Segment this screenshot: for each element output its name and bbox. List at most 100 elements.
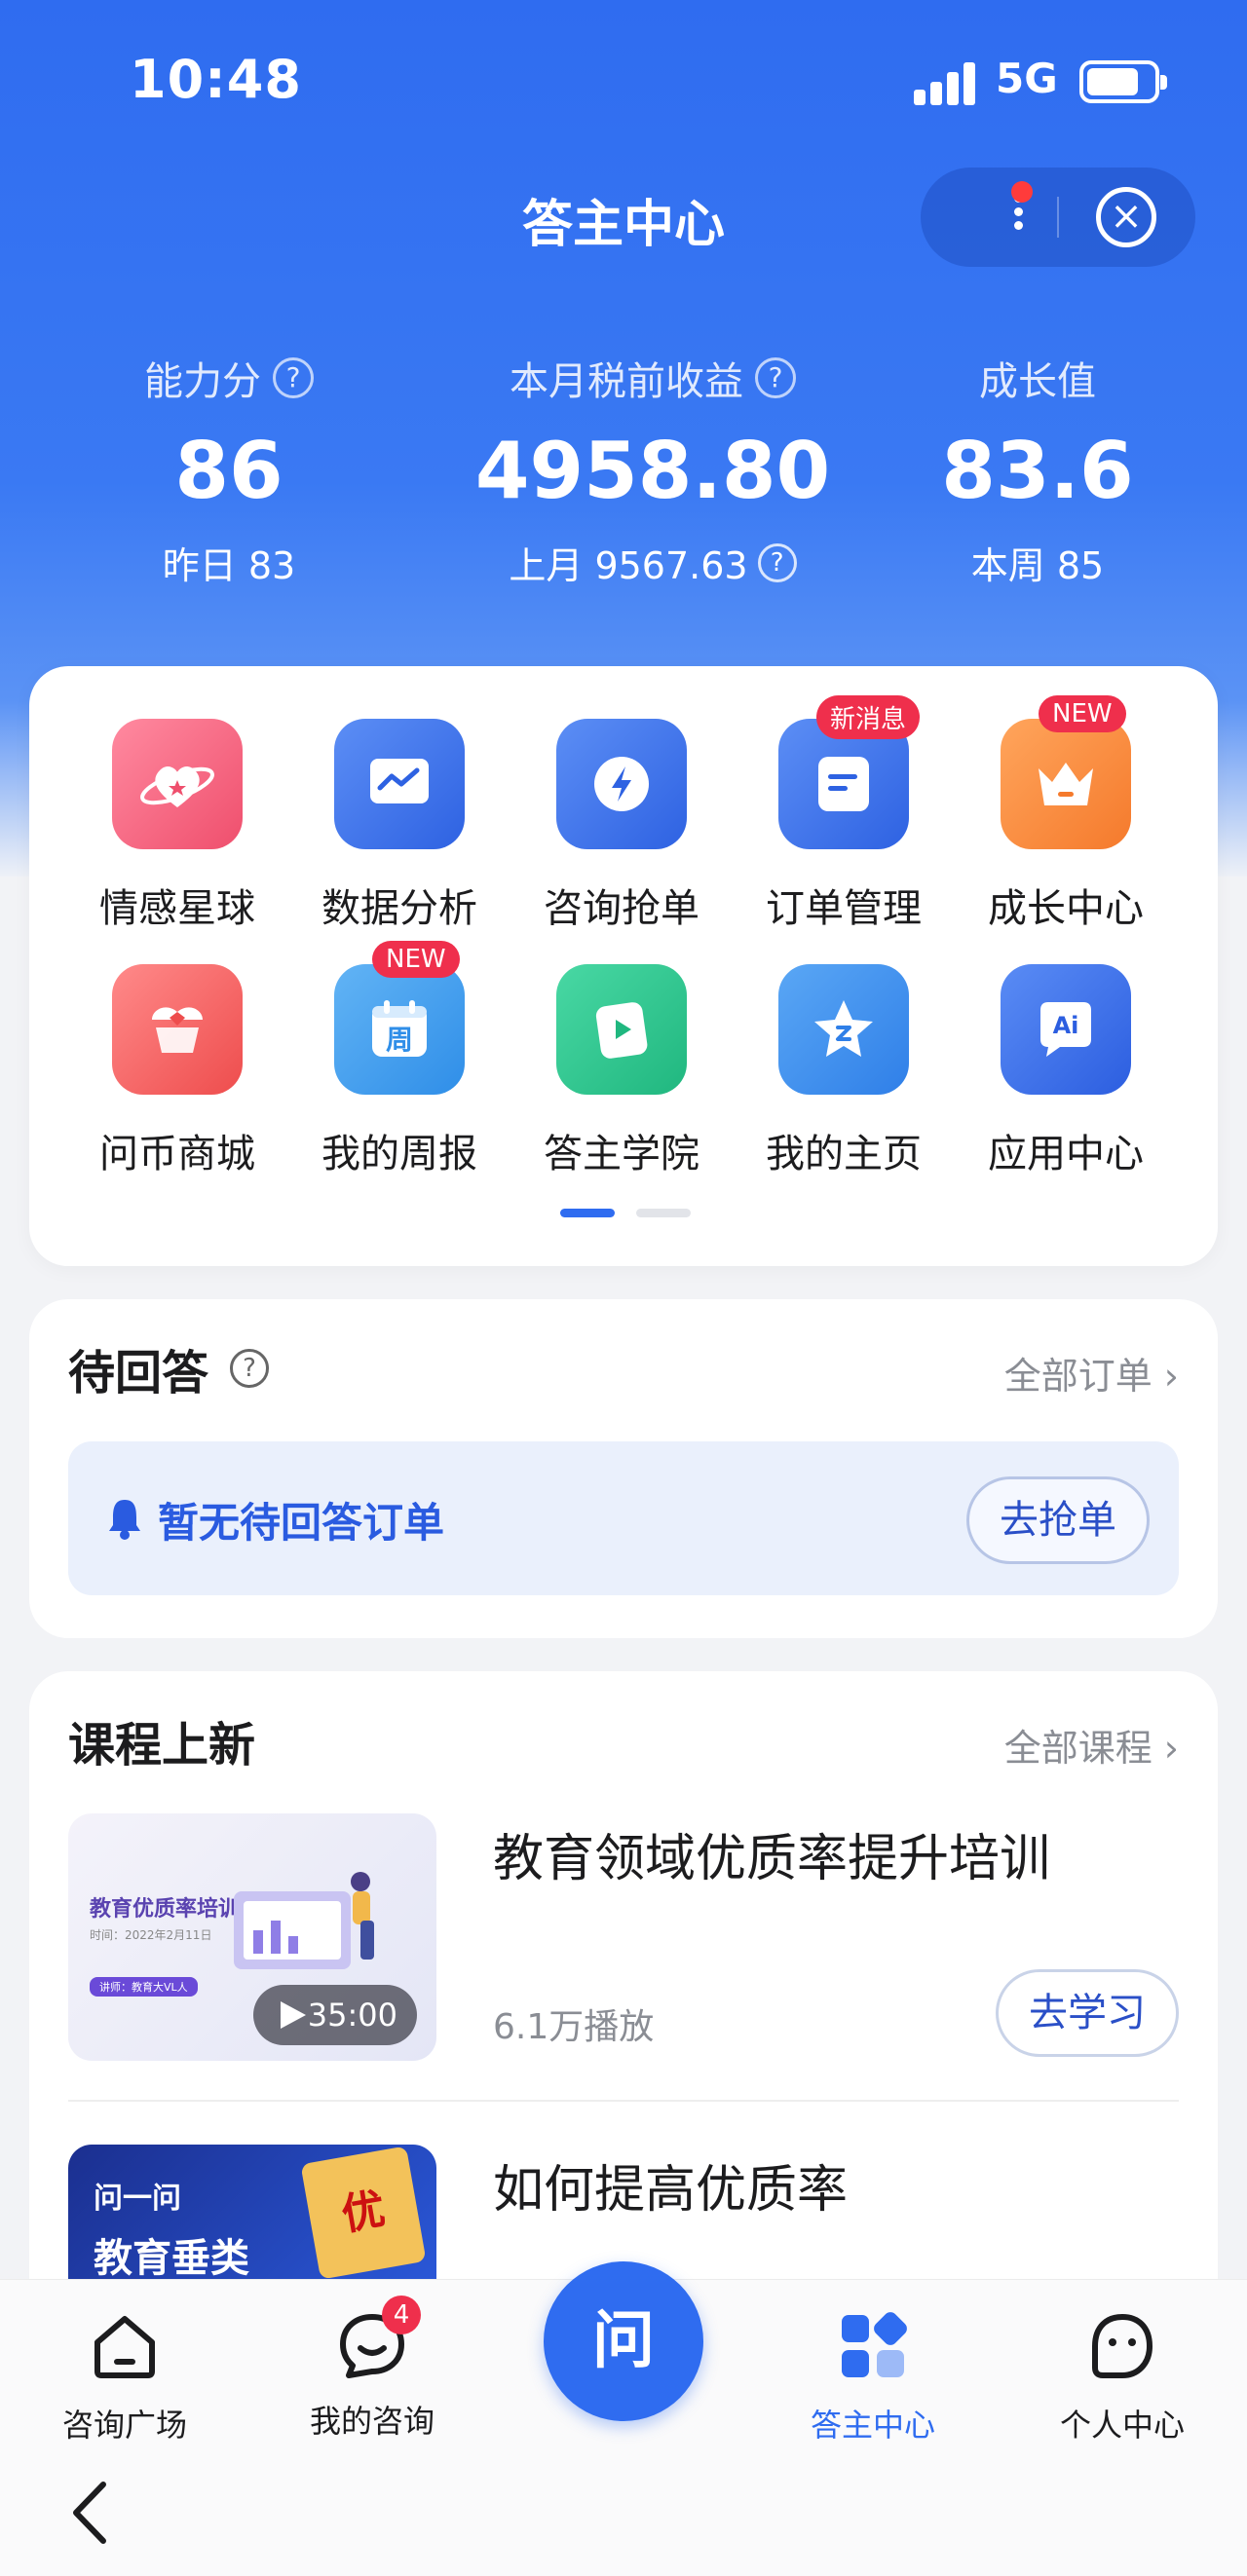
- grid-item-label: 应用中心: [988, 1132, 1144, 1176]
- svg-text:周: 周: [386, 1024, 413, 1056]
- stat-value: 86: [174, 426, 283, 516]
- grid-item-data-analysis[interactable]: 数据分析: [288, 719, 510, 933]
- grid-item-label: 我的周报: [321, 1132, 477, 1176]
- grab-order-button[interactable]: 去抢单: [966, 1476, 1150, 1564]
- function-grid: 情感星球 数据分析 咨询抢单 新消息 订单管理 NEW 成长中心 问币商城 周: [29, 666, 1218, 1266]
- grid-item-label: 答主学院: [544, 1132, 699, 1176]
- battery-icon: [1079, 60, 1167, 103]
- stat-income[interactable]: 本月税前收益? 4958.80 上月 9567.63?: [468, 351, 838, 589]
- course-title[interactable]: 如何提高优质率: [493, 2148, 848, 2221]
- all-orders-link[interactable]: 全部订单 ›: [1004, 1346, 1179, 1400]
- section-title: 待回答: [68, 1346, 209, 1400]
- grid-item-label: 咨询抢单: [544, 886, 699, 931]
- course-plays: 6.1万播放: [493, 2007, 655, 2047]
- chevron-right-icon: ›: [1163, 1355, 1179, 1398]
- link-label: 全部课程: [1003, 1727, 1153, 1770]
- tab-label: 答主中心: [810, 2407, 935, 2444]
- stat-growth[interactable]: 成长值 83.6 本周 85: [926, 351, 1150, 589]
- help-icon[interactable]: ?: [273, 357, 314, 398]
- tab-label: 我的咨询: [309, 2403, 435, 2440]
- course-item[interactable]: 教育优质率培训 时间：2022年2月11日 讲师：教育大VL人 35:00 教育…: [68, 1813, 1179, 2061]
- tab-answerer-center[interactable]: 答主中心: [775, 2309, 970, 2445]
- divider: [68, 2100, 1179, 2102]
- smile-face-icon: [1092, 2314, 1153, 2378]
- crown-icon: [1001, 719, 1131, 849]
- grid-item-label: 成长中心: [988, 886, 1144, 931]
- empty-notice: 暂无待回答订单 去抢单: [68, 1441, 1179, 1595]
- miniapp-capsule: ×: [921, 168, 1195, 267]
- ask-center-button[interactable]: 问: [544, 2261, 703, 2421]
- new-badge: NEW: [372, 941, 460, 978]
- stat-value: 4958.80: [474, 426, 831, 516]
- notification-dot: [1011, 181, 1033, 203]
- play-book-icon: [556, 964, 687, 1095]
- stats-row: 能力分? 86 昨日 83 本月税前收益? 4958.80 上月 9567.63…: [0, 351, 1247, 614]
- ai-chat-icon: Ai: [1001, 964, 1131, 1095]
- grid-item-label: 我的主页: [766, 1132, 922, 1176]
- grid-pager: [560, 1203, 712, 1221]
- new-message-badge: 新消息: [816, 695, 921, 739]
- status-time: 10:48: [130, 49, 302, 110]
- all-courses-link[interactable]: 全部课程 ›: [1004, 1718, 1179, 1772]
- chat-bubble-icon: 4: [335, 2296, 421, 2383]
- grid-item-growth-center[interactable]: NEW 成长中心: [955, 695, 1177, 933]
- stat-value: 83.6: [941, 426, 1134, 516]
- new-badge: NEW: [1039, 695, 1126, 732]
- grid-item-label: 问币商城: [99, 1132, 255, 1176]
- section-header: 课程上新: [68, 1706, 255, 1774]
- signal-icon: [914, 62, 976, 105]
- unread-badge: 4: [382, 2296, 421, 2334]
- star-home-icon: [778, 964, 909, 1095]
- tab-personal-center[interactable]: 个人中心: [1025, 2309, 1220, 2445]
- notice-text: 暂无待回答订单: [158, 1499, 445, 1547]
- stat-sub: 本周 85: [970, 544, 1105, 587]
- grid-item-order-grab[interactable]: 咨询抢单: [510, 719, 733, 933]
- grid-item-label: 情感星球: [99, 886, 255, 931]
- stat-sub: 昨日 83: [162, 544, 296, 587]
- play-duration-button[interactable]: 35:00: [253, 1985, 417, 2045]
- tab-my-consult[interactable]: 4 我的咨询: [275, 2296, 470, 2442]
- stat-ability[interactable]: 能力分? 86 昨日 83: [127, 351, 331, 589]
- stat-label: 本月税前收益: [510, 359, 743, 404]
- scroll-glyph: 优: [300, 2146, 427, 2280]
- lightning-icon: [556, 719, 687, 849]
- pager-dot-active[interactable]: [560, 1209, 615, 1217]
- bell-icon: [109, 1500, 140, 1540]
- help-icon[interactable]: ?: [757, 542, 797, 582]
- tab-label: 咨询广场: [61, 2407, 187, 2444]
- section-header: 待回答 ?: [68, 1334, 270, 1402]
- pager-dot[interactable]: [636, 1209, 691, 1217]
- stat-label: 能力分: [144, 359, 261, 404]
- course-thumbnail[interactable]: 教育优质率培训 时间：2022年2月11日 讲师：教育大VL人 35:00: [68, 1813, 436, 2061]
- grid-item-weekly-report[interactable]: 周 NEW 我的周报: [288, 941, 510, 1178]
- app-grid-icon: [842, 2312, 907, 2377]
- thumb-title: 教育垂类: [94, 2236, 249, 2281]
- status-bar: 10:48 5G: [0, 43, 1247, 121]
- section-title: 课程上新: [68, 1718, 256, 1773]
- thumb-tag: 讲师：教育大VL人: [90, 1977, 198, 1997]
- stat-sub: 上月 9567.63: [509, 544, 748, 587]
- help-icon[interactable]: ?: [755, 357, 796, 398]
- grid-item-app-center[interactable]: Ai 应用中心: [955, 964, 1177, 1178]
- link-label: 全部订单: [1003, 1355, 1153, 1398]
- grid-item-order-management[interactable]: 新消息 订单管理: [733, 695, 955, 933]
- grid-item-my-homepage[interactable]: 我的主页: [733, 964, 955, 1178]
- grid-item-label: 订单管理: [766, 886, 922, 931]
- pending-card: 待回答 ? 全部订单 › 暂无待回答订单 去抢单: [29, 1299, 1218, 1638]
- heart-planet-icon: [112, 719, 243, 849]
- back-arrow-icon[interactable]: [68, 2479, 111, 2547]
- thumb-subtitle: 时间：2022年2月11日: [90, 1928, 212, 1942]
- grid-item-emotion-planet[interactable]: 情感星球: [66, 719, 288, 933]
- house-icon: [94, 2316, 155, 2378]
- tab-label: 个人中心: [1059, 2407, 1185, 2444]
- study-button[interactable]: 去学习: [996, 1969, 1179, 2057]
- help-icon[interactable]: ?: [230, 1349, 270, 1388]
- tab-consult-square[interactable]: 咨询广场: [27, 2309, 222, 2445]
- chevron-right-icon: ›: [1163, 1727, 1179, 1770]
- thumb-brand: 问一问: [94, 2182, 181, 2216]
- grid-item-academy[interactable]: 答主学院: [510, 964, 733, 1178]
- course-thumbnail[interactable]: 问一问 教育垂类 优: [68, 2145, 436, 2291]
- close-icon[interactable]: ×: [1096, 187, 1156, 247]
- course-title[interactable]: 教育领域优质率提升培训: [493, 1817, 1050, 1890]
- grid-item-coin-mall[interactable]: 问币商城: [66, 964, 288, 1178]
